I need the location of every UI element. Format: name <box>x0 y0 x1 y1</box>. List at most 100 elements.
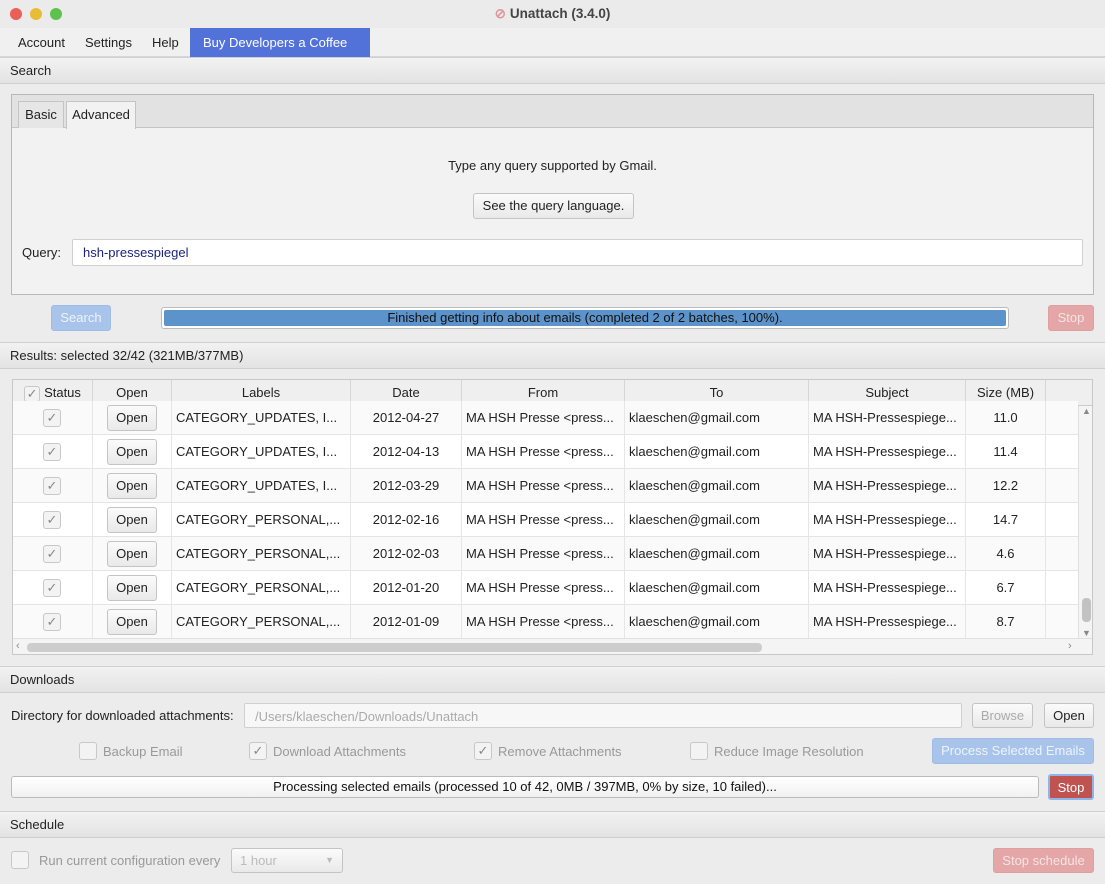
search-stop-button[interactable]: Stop <box>1048 305 1094 331</box>
vertical-scrollbar[interactable]: ▲ ▼ <box>1078 406 1092 638</box>
cell-filler <box>1046 605 1078 639</box>
cell-subject: MA HSH-Pressespiege... <box>809 401 966 435</box>
select-all-checkbox[interactable]: ✓ <box>24 385 41 402</box>
cell-to: klaeschen@gmail.com <box>625 435 809 469</box>
schedule-section-header: Schedule <box>0 811 1105 838</box>
option-checkbox[interactable] <box>690 742 708 760</box>
minimize-window-button[interactable] <box>30 8 42 20</box>
table-row[interactable]: ✓ Open CATEGORY_UPDATES, I... 2012-04-27 MA … <box>13 401 1078 435</box>
cell-filler <box>1046 469 1078 503</box>
cell-size: 12.2 <box>966 469 1046 503</box>
open-directory-button[interactable]: Open <box>1044 703 1094 728</box>
cell-to: klaeschen@gmail.com <box>625 571 809 605</box>
zoom-window-button[interactable] <box>50 8 62 20</box>
cell-size: 6.7 <box>966 571 1046 605</box>
cell-from: MA HSH Presse <press... <box>462 469 625 503</box>
browse-button[interactable]: Browse <box>972 703 1033 728</box>
table-row[interactable]: ✓ Open CATEGORY_PERSONAL,... 2012-01-09 MA H… <box>13 605 1078 639</box>
row-select-checkbox[interactable]: ✓ <box>43 545 61 563</box>
row-select-checkbox[interactable]: ✓ <box>43 579 61 597</box>
row-open-button[interactable]: Open <box>107 439 157 465</box>
cell-filler <box>1046 503 1078 537</box>
tab-advanced[interactable]: Advanced <box>66 101 136 129</box>
scroll-up-icon[interactable]: ▲ <box>1079 406 1092 416</box>
cell-filler <box>1046 401 1078 435</box>
cell-from: MA HSH Presse <press... <box>462 537 625 571</box>
table-row[interactable]: ✓ Open CATEGORY_UPDATES, I... 2012-03-29 MA … <box>13 469 1078 503</box>
close-window-button[interactable] <box>10 8 22 20</box>
cell-from: MA HSH Presse <press... <box>462 435 625 469</box>
option-label: Reduce Image Resolution <box>714 744 864 759</box>
row-open-button[interactable]: Open <box>107 405 157 431</box>
horizontal-scrollbar[interactable]: ‹ › <box>13 638 1092 654</box>
search-section-header: Search <box>0 57 1105 84</box>
menu-help[interactable]: Help <box>142 28 189 57</box>
chevron-down-icon: ▼ <box>325 855 334 865</box>
row-open-button[interactable]: Open <box>107 541 157 567</box>
process-selected-emails-button[interactable]: Process Selected Emails <box>932 738 1094 764</box>
query-language-button[interactable]: See the query language. <box>473 193 634 219</box>
row-open-button[interactable]: Open <box>107 609 157 635</box>
cell-subject: MA HSH-Pressespiege... <box>809 605 966 639</box>
cell-subject: MA HSH-Pressespiege... <box>809 469 966 503</box>
cell-subject: MA HSH-Pressespiege... <box>809 435 966 469</box>
cell-from: MA HSH Presse <press... <box>462 571 625 605</box>
cell-labels: CATEGORY_PERSONAL,... <box>172 503 351 537</box>
cell-filler <box>1046 537 1078 571</box>
cell-filler <box>1046 571 1078 605</box>
row-select-checkbox[interactable]: ✓ <box>43 409 61 427</box>
horizontal-scroll-thumb[interactable] <box>27 643 762 652</box>
cell-labels: CATEGORY_UPDATES, I... <box>172 469 351 503</box>
results-section-header: Results: selected 32/42 (321MB/377MB) <box>0 342 1105 369</box>
schedule-checkbox[interactable] <box>11 851 29 869</box>
schedule-interval-select[interactable]: 1 hour ▼ <box>231 848 343 873</box>
row-select-checkbox[interactable]: ✓ <box>43 613 61 631</box>
cell-subject: MA HSH-Pressespiege... <box>809 537 966 571</box>
cell-to: klaeschen@gmail.com <box>625 503 809 537</box>
window-title: Unattach (3.4.0) <box>509 6 611 21</box>
cell-labels: CATEGORY_PERSONAL,... <box>172 537 351 571</box>
row-open-button[interactable]: Open <box>107 507 157 533</box>
cell-from: MA HSH Presse <press... <box>462 605 625 639</box>
directory-input[interactable]: /Users/klaeschen/Downloads/Unattach <box>244 703 962 728</box>
scroll-right-icon[interactable]: › <box>1068 640 1072 652</box>
menu-account[interactable]: Account <box>8 28 75 57</box>
option-label: Remove Attachments <box>498 744 622 759</box>
tab-basic[interactable]: Basic <box>18 101 64 128</box>
table-row[interactable]: ✓ Open CATEGORY_PERSONAL,... 2012-01-20 MA H… <box>13 571 1078 605</box>
cell-labels: CATEGORY_UPDATES, I... <box>172 435 351 469</box>
vertical-scroll-thumb[interactable] <box>1082 598 1091 622</box>
stop-schedule-button[interactable]: Stop schedule <box>993 848 1094 873</box>
query-input[interactable]: hsh-pressespiegel <box>72 239 1083 266</box>
scroll-down-icon[interactable]: ▼ <box>1079 628 1092 638</box>
option-checkbox[interactable]: ✓ <box>474 742 492 760</box>
search-tab-panel: Basic Advanced Type any query supported … <box>11 94 1094 295</box>
query-hint: Type any query supported by Gmail. <box>448 158 657 173</box>
menu-buy-coffee[interactable]: Buy Developers a Coffee ☕ <box>190 28 370 80</box>
cell-filler <box>1046 435 1078 469</box>
cell-to: klaeschen@gmail.com <box>625 605 809 639</box>
search-button[interactable]: Search <box>51 305 111 331</box>
table-row[interactable]: ✓ Open CATEGORY_PERSONAL,... 2012-02-16 MA H… <box>13 503 1078 537</box>
scroll-left-icon[interactable]: ‹ <box>16 640 20 652</box>
cell-date: 2012-02-16 <box>351 503 462 537</box>
row-open-button[interactable]: Open <box>107 575 157 601</box>
query-label: Query: <box>22 245 62 260</box>
table-row[interactable]: ✓ Open CATEGORY_PERSONAL,... 2012-02-03 MA H… <box>13 537 1078 571</box>
row-select-checkbox[interactable]: ✓ <box>43 477 61 495</box>
row-select-checkbox[interactable]: ✓ <box>43 443 61 461</box>
schedule-interval-value: 1 hour <box>240 853 277 868</box>
cell-size: 4.6 <box>966 537 1046 571</box>
results-table: ✓ Status Open Labels Date From To Subject… <box>12 379 1093 655</box>
directory-label: Directory for downloaded attachments: <box>11 708 234 723</box>
option-checkbox[interactable]: ✓ <box>249 742 267 760</box>
processing-stop-button[interactable]: Stop <box>1048 774 1094 800</box>
menu-settings[interactable]: Settings <box>75 28 142 57</box>
row-open-button[interactable]: Open <box>107 473 157 499</box>
table-row[interactable]: ✓ Open CATEGORY_UPDATES, I... 2012-04-13 MA … <box>13 435 1078 469</box>
option-checkbox[interactable] <box>79 742 97 760</box>
search-progress-text: Finished getting info about emails (comp… <box>164 310 1006 326</box>
cell-to: klaeschen@gmail.com <box>625 469 809 503</box>
title-bar: ⊘ Unattach (3.4.0) <box>0 0 1105 28</box>
row-select-checkbox[interactable]: ✓ <box>43 511 61 529</box>
